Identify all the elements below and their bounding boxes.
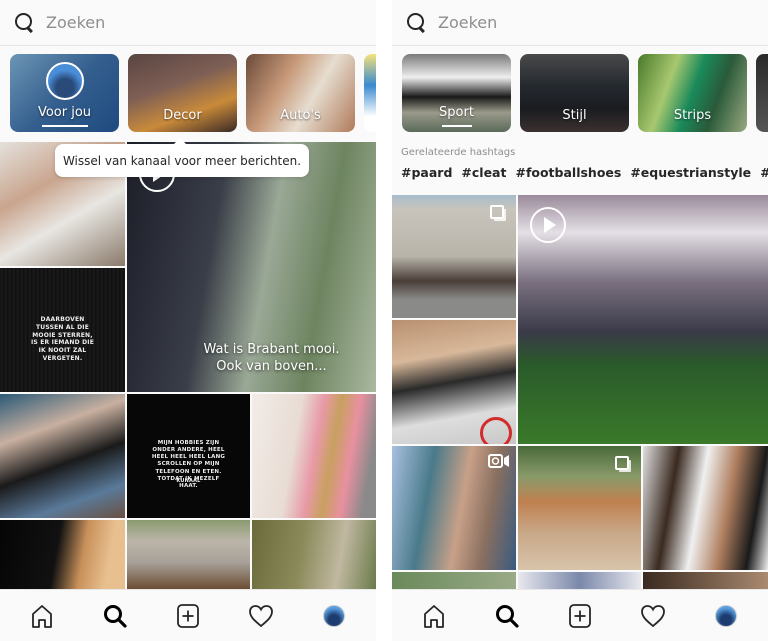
video-caption: Wat is Brabant mooi. Ook van boven...	[167, 342, 376, 376]
plus-square-icon	[177, 603, 199, 628]
quote-author: KUNAAL	[176, 478, 201, 484]
post-tile-leopard[interactable]	[127, 520, 250, 590]
avatar	[322, 604, 345, 627]
post-tile-couple[interactable]	[252, 520, 376, 590]
channel-label: Stijl	[562, 108, 587, 123]
search-placeholder[interactable]: Zoeken	[438, 13, 497, 32]
hashtag-list: #paard #cleat #footballshoes #equestrian…	[401, 165, 768, 180]
post-tile-festival[interactable]	[0, 394, 125, 518]
post-tile-horse-rider[interactable]	[392, 195, 516, 318]
post-tile-video-brabant[interactable]: Wat is Brabant mooi. Ook van boven...	[127, 142, 376, 392]
selected-underline	[41, 125, 88, 127]
right-screen: Zoeken Sport Stijl Strips Gerelateerde h…	[392, 0, 768, 641]
highlight-circle	[480, 417, 512, 444]
hashtag-link[interactable]: #juventuss	[760, 165, 768, 180]
search-icon	[104, 604, 127, 628]
search-bar[interactable]: Zoeken	[392, 0, 768, 46]
channel-sport[interactable]: Sport	[402, 54, 511, 132]
hashtag-link[interactable]: #equestrianstyle	[630, 165, 751, 180]
avatar	[714, 604, 737, 627]
channel-label: Voor jou	[37, 105, 92, 120]
post-tile-boy-stadium[interactable]	[392, 446, 516, 570]
nav-search[interactable]	[487, 596, 527, 636]
channel-label: Auto's	[280, 108, 321, 123]
hashtag-link[interactable]: #footballshoes	[515, 165, 621, 180]
selected-underline	[441, 125, 472, 127]
channel-avatar	[45, 62, 84, 100]
multiple-photos-icon	[615, 456, 629, 470]
video-camera-icon	[488, 454, 509, 468]
plus-square-icon	[569, 603, 591, 628]
post-tile-singer[interactable]	[0, 520, 125, 590]
left-screen: Zoeken Voor jou Decor Auto's Wissel van …	[0, 0, 376, 641]
hashtag-link[interactable]: #paard	[401, 165, 452, 180]
channel-tooltip: Wissel van kanaal voor meer berichten.	[55, 138, 309, 177]
channel-partial[interactable]	[756, 54, 768, 132]
nav-new-post[interactable]	[560, 596, 600, 636]
channel-label: Sport	[439, 105, 474, 120]
channel-voor-jou[interactable]: Voor jou	[10, 54, 119, 132]
channel-label: Decor	[163, 108, 202, 123]
nav-profile[interactable]	[706, 596, 746, 636]
post-tile-quote-hobbies[interactable]: MIJN HOBBIES ZIJN ONDER ANDERE, HEEL HEE…	[127, 394, 250, 518]
post-tile-horse-chestnut[interactable]	[518, 446, 641, 570]
channel-strip: Sport Stijl Strips	[402, 54, 768, 134]
post-tile-family[interactable]	[392, 320, 516, 444]
search-icon	[496, 604, 519, 628]
heart-icon	[640, 604, 665, 627]
nav-home[interactable]	[22, 596, 62, 636]
nav-home[interactable]	[414, 596, 454, 636]
channel-stijl[interactable]: Stijl	[520, 54, 629, 132]
home-icon	[424, 604, 445, 628]
post-tile-quote-stars[interactable]: DAARBOVEN TUSSEN AL DIE MOOIE STERREN, I…	[0, 268, 125, 392]
home-icon	[32, 604, 53, 628]
search-icon	[14, 12, 36, 34]
bottom-navigation	[392, 589, 768, 641]
search-placeholder[interactable]: Zoeken	[46, 13, 105, 32]
multiple-photos-icon	[490, 205, 504, 219]
hashtag-link[interactable]: #cleat	[461, 165, 506, 180]
nav-profile[interactable]	[314, 596, 354, 636]
nav-activity[interactable]	[241, 596, 281, 636]
caption-line-1: Wat is Brabant mooi.	[203, 342, 340, 357]
related-hashtags-title: Gerelateerde hashtags	[401, 147, 516, 158]
nav-activity[interactable]	[633, 596, 673, 636]
channel-strips[interactable]: Strips	[638, 54, 747, 132]
nav-search[interactable]	[95, 596, 135, 636]
search-bar[interactable]: Zoeken	[0, 0, 376, 46]
quote-text: DAARBOVEN TUSSEN AL DIE MOOIE STERREN, I…	[31, 316, 94, 362]
heart-icon	[248, 604, 273, 627]
caption-line-2: Ook van boven...	[216, 358, 327, 374]
channel-partial[interactable]	[364, 54, 376, 132]
post-tile-balloons[interactable]	[252, 394, 376, 518]
channel-label: Strips	[673, 108, 712, 123]
search-icon	[406, 12, 428, 34]
channel-strip: Voor jou Decor Auto's	[10, 54, 376, 134]
channel-decor[interactable]: Decor	[128, 54, 237, 132]
nav-new-post[interactable]	[168, 596, 208, 636]
play-icon	[530, 207, 566, 243]
post-tile-football-video[interactable]	[518, 195, 768, 444]
channel-autos[interactable]: Auto's	[246, 54, 355, 132]
bottom-navigation	[0, 589, 376, 641]
post-tile-players[interactable]	[643, 446, 768, 570]
